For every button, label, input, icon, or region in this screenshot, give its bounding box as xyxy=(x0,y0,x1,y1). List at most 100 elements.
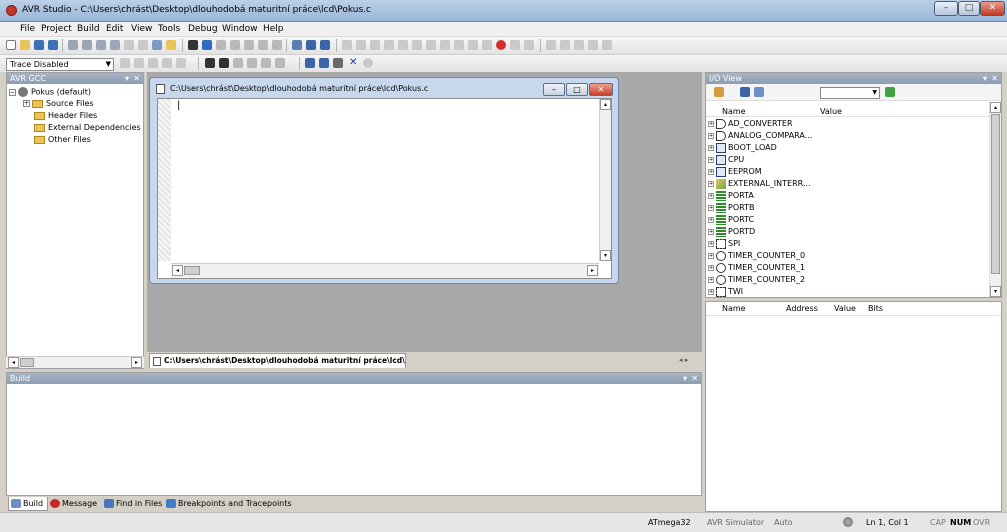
scroll-down-icon[interactable]: ▾ xyxy=(990,286,1001,297)
undo-icon[interactable] xyxy=(124,40,134,50)
project-panel-hscrollbar[interactable]: ◂ ▸ xyxy=(6,356,144,368)
settings-icon[interactable] xyxy=(333,58,343,68)
io-window-icon[interactable] xyxy=(602,40,612,50)
trace-export-icon[interactable] xyxy=(176,58,186,68)
bookmark-icon[interactable] xyxy=(216,40,226,50)
io-tree-view-icon[interactable] xyxy=(740,87,750,97)
tree-item-source-files[interactable]: + Source Files xyxy=(23,99,94,108)
doc-minimize-button[interactable]: – xyxy=(543,83,565,96)
run-icon[interactable] xyxy=(342,40,352,50)
project-icon[interactable] xyxy=(166,40,176,50)
expander-icon[interactable]: + xyxy=(23,100,30,107)
scroll-right-icon[interactable]: ▸ xyxy=(587,265,598,276)
column-address[interactable]: Address xyxy=(786,302,818,316)
show-next-statement-icon[interactable] xyxy=(384,40,394,50)
scroll-thumb[interactable] xyxy=(20,358,34,367)
tree-item-other-files[interactable]: Other Files xyxy=(34,135,91,144)
window-titlebar[interactable]: AVR Studio - C:\Users\chrást\Desktop\dlo… xyxy=(0,0,1007,22)
debug-icon[interactable] xyxy=(320,40,330,50)
trace-clear-icon[interactable] xyxy=(162,58,172,68)
program-device-icon[interactable] xyxy=(205,58,215,68)
bookmark-prev-icon[interactable] xyxy=(244,40,254,50)
expander-icon[interactable]: + xyxy=(708,121,714,127)
remove-breakpoints-icon[interactable] xyxy=(510,40,520,50)
print-icon[interactable] xyxy=(110,40,120,50)
scroll-thumb[interactable] xyxy=(184,266,200,275)
expander-icon[interactable]: + xyxy=(708,181,714,187)
expander-icon[interactable]: − xyxy=(9,88,16,96)
register-window-icon[interactable] xyxy=(574,40,584,50)
close-icon[interactable]: ✕ xyxy=(349,58,359,68)
code-editor[interactable]: | ▴ ▾ ◂ ▸ xyxy=(157,98,612,279)
menu-view[interactable]: View xyxy=(131,24,152,34)
scroll-thumb[interactable] xyxy=(991,114,1000,274)
outdent-icon[interactable] xyxy=(272,40,282,50)
menu-file[interactable]: File xyxy=(20,24,35,34)
menu-debug[interactable]: Debug xyxy=(188,24,218,34)
tab-scroll-icon[interactable]: ◂ ▸ xyxy=(679,356,688,364)
panel-menu-icon[interactable]: ▾ xyxy=(683,373,687,384)
stimuli-icon[interactable] xyxy=(319,58,329,68)
emulator-icon[interactable] xyxy=(305,58,315,68)
editor-vscrollbar[interactable]: ▴ ▾ xyxy=(599,99,611,261)
panel-close-icon[interactable]: ✕ xyxy=(133,73,140,84)
trace-stop-icon[interactable] xyxy=(134,58,144,68)
menu-build[interactable]: Build xyxy=(77,24,100,34)
tab-breakpoints[interactable]: Breakpoints and Tracepoints xyxy=(164,497,292,511)
step-over-icon[interactable] xyxy=(412,40,422,50)
expander-icon[interactable]: + xyxy=(708,265,714,271)
column-name[interactable]: Name xyxy=(722,302,746,316)
reset-icon[interactable] xyxy=(370,40,380,50)
expander-icon[interactable]: + xyxy=(708,217,714,223)
menu-window[interactable]: Window xyxy=(222,24,258,34)
auto-step-icon[interactable] xyxy=(454,40,464,50)
tree-item-external-dependencies[interactable]: External Dependencies xyxy=(34,123,141,132)
io-search-select[interactable]: ▼ xyxy=(820,87,880,99)
save-all-icon[interactable] xyxy=(48,40,58,50)
paste-icon[interactable] xyxy=(96,40,106,50)
bookmark-next-icon[interactable] xyxy=(230,40,240,50)
io-list-view-icon[interactable] xyxy=(754,87,764,97)
menu-tools[interactable]: Tools xyxy=(158,24,180,34)
scroll-right-icon[interactable]: ▸ xyxy=(131,357,142,368)
document-tab[interactable]: C:\Users\chrást\Desktop\dlouhodobá matur… xyxy=(149,353,406,368)
io-view-vscrollbar[interactable]: ▴ ▾ xyxy=(989,102,1001,297)
save-icon[interactable] xyxy=(34,40,44,50)
device-info-icon[interactable] xyxy=(247,58,257,68)
editor-hscrollbar[interactable]: ◂ ▸ xyxy=(171,263,599,278)
menu-edit[interactable]: Edit xyxy=(106,24,123,34)
panel-close-icon[interactable]: ✕ xyxy=(991,73,998,84)
step-out-icon[interactable] xyxy=(426,40,436,50)
expander-icon[interactable]: + xyxy=(708,241,714,247)
processor-window-icon[interactable] xyxy=(588,40,598,50)
find-in-files-icon[interactable] xyxy=(202,40,212,50)
watch-window-icon[interactable] xyxy=(546,40,556,50)
expander-icon[interactable]: + xyxy=(708,145,714,151)
expander-icon[interactable]: + xyxy=(708,229,714,235)
trace-start-icon[interactable] xyxy=(120,58,130,68)
tree-item-header-files[interactable]: Header Files xyxy=(34,111,97,120)
tree-item-project[interactable]: − Pokus (default) xyxy=(9,87,91,97)
menu-help[interactable]: Help xyxy=(263,24,284,34)
device-settings-icon[interactable] xyxy=(233,58,243,68)
expander-icon[interactable]: + xyxy=(708,193,714,199)
expander-icon[interactable]: + xyxy=(708,253,714,259)
expander-icon[interactable]: + xyxy=(708,277,714,283)
copy-icon[interactable] xyxy=(82,40,92,50)
find-icon[interactable] xyxy=(188,40,198,50)
quick-watch-icon[interactable] xyxy=(468,40,478,50)
tab-build[interactable]: Build xyxy=(8,497,49,511)
close-button[interactable]: ✕ xyxy=(980,1,1005,16)
doc-maximize-button[interactable]: □ xyxy=(566,83,588,96)
panel-menu-icon[interactable]: ▾ xyxy=(983,73,987,84)
open-folder-icon[interactable] xyxy=(20,40,30,50)
scroll-up-icon[interactable]: ▴ xyxy=(990,102,1001,113)
expander-icon[interactable]: + xyxy=(708,289,714,295)
break-icon[interactable] xyxy=(356,40,366,50)
connect-device-icon[interactable] xyxy=(219,58,229,68)
io-filter-icon[interactable] xyxy=(714,87,724,97)
scroll-down-icon[interactable]: ▾ xyxy=(600,250,611,261)
memory-window-icon[interactable] xyxy=(560,40,570,50)
new-file-icon[interactable] xyxy=(6,40,16,50)
scroll-left-icon[interactable]: ◂ xyxy=(8,357,19,368)
